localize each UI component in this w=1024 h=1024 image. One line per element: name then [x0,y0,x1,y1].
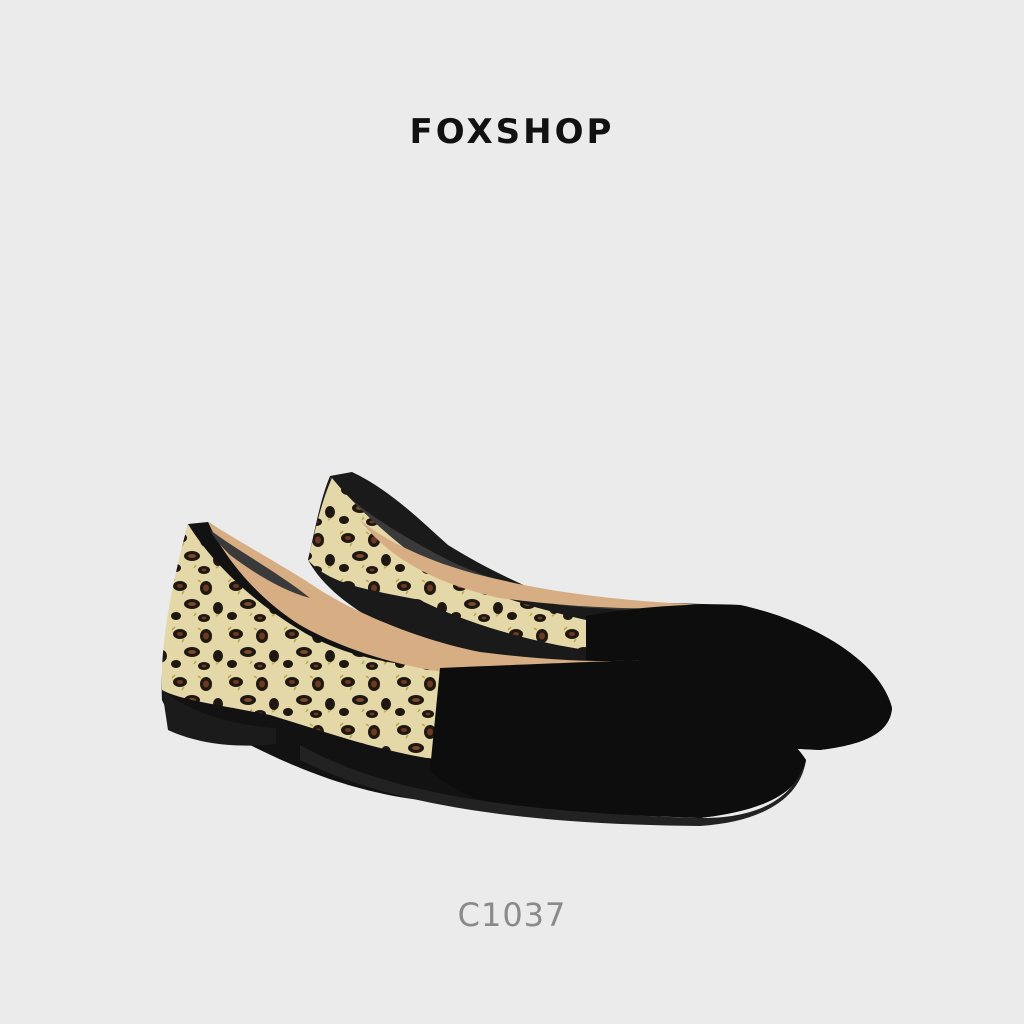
product-image [161,472,892,826]
product-code: C1037 [457,896,567,934]
brand-logo: FOXSHOP [409,112,615,152]
